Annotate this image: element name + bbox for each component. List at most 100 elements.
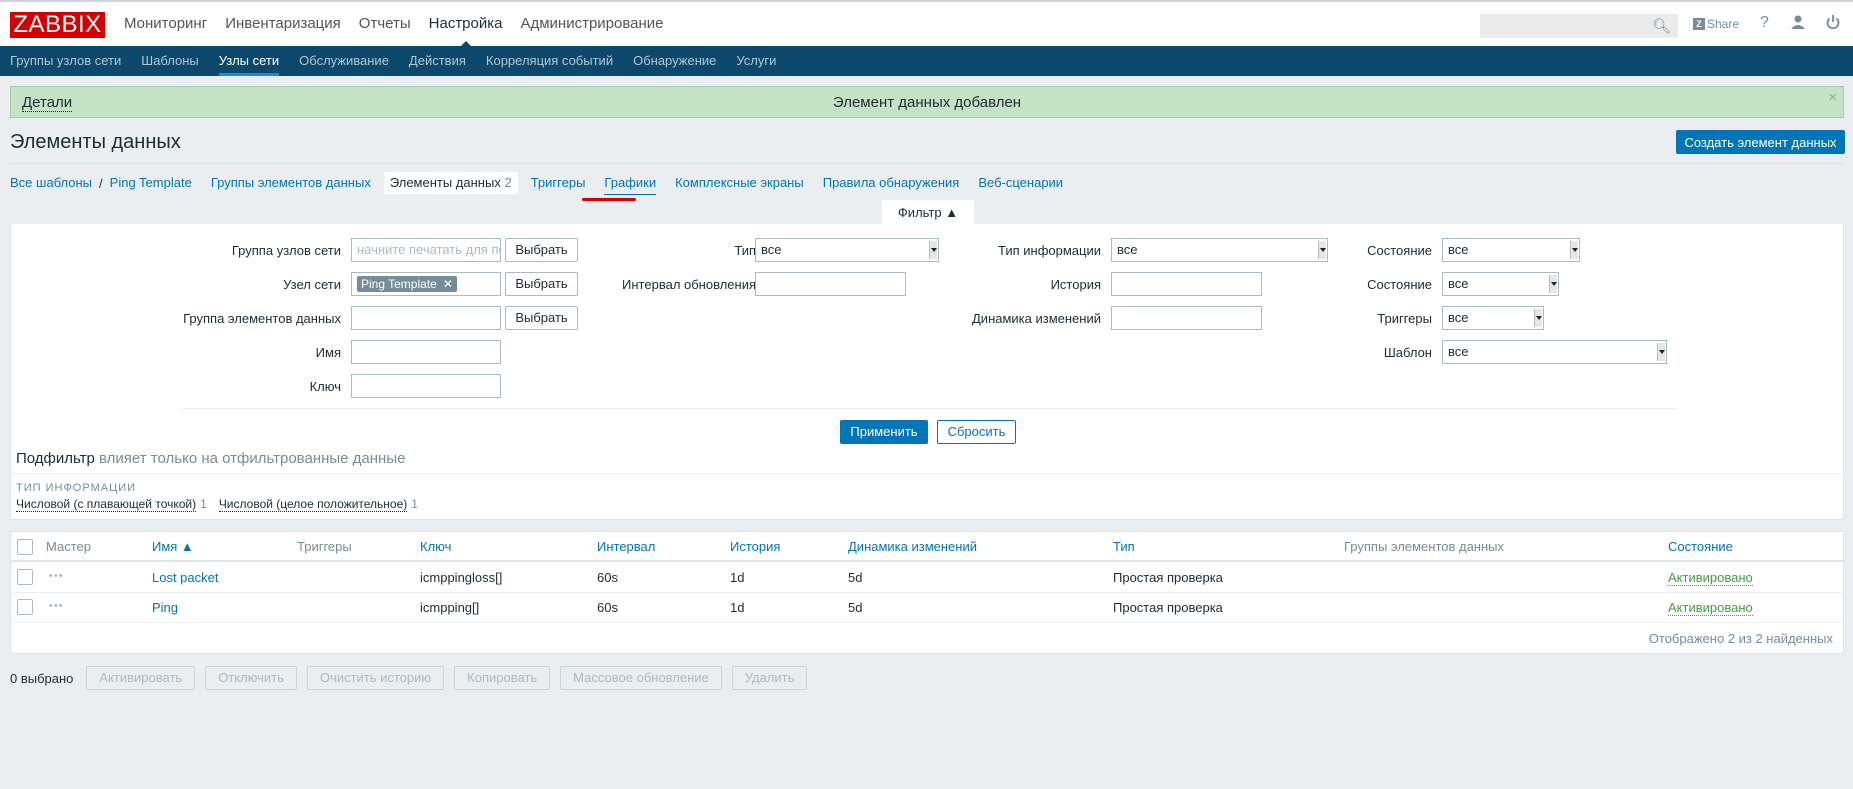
breadcrumb-template[interactable]: Ping Template — [110, 172, 192, 194]
create-item-button[interactable]: Создать элемент данных — [1676, 130, 1845, 154]
breadcrumb-all-templates[interactable]: Все шаблоны — [10, 172, 92, 194]
row-checkbox[interactable] — [17, 599, 33, 615]
sub-menu-event-correlation[interactable]: Корреляция событий — [486, 46, 613, 76]
disable-button[interactable]: Отключить — [205, 666, 297, 690]
host-group-input[interactable]: начните печатать для поиска — [351, 238, 501, 262]
tab-web-scenarios[interactable]: Веб-сценарии — [978, 172, 1063, 194]
host-label: Узел сети — [283, 277, 341, 292]
message-text: Элемент данных добавлен — [832, 94, 1022, 111]
host-group-label: Группа узлов сети — [231, 243, 341, 258]
subfilter-options: Числовой (с плавающей точкой) 1 Числовой … — [16, 497, 430, 512]
name-input[interactable] — [351, 340, 501, 364]
template-select[interactable]: все — [1442, 340, 1667, 364]
copy-button[interactable]: Копировать — [454, 666, 551, 690]
apply-button[interactable]: Применить — [840, 420, 928, 444]
sub-menu-hosts[interactable]: Узлы сети — [218, 46, 280, 76]
tab-screens[interactable]: Комплексные экраны — [675, 172, 804, 194]
state-select[interactable]: все — [1442, 238, 1580, 262]
sub-menu: Группы узлов сети Шаблоны Узлы сети Обсл… — [0, 46, 1853, 76]
col-interval[interactable]: Интервал — [597, 539, 655, 554]
key-input[interactable] — [351, 374, 501, 398]
key-label: Ключ — [309, 379, 341, 394]
col-trends[interactable]: Динамика изменений — [848, 539, 977, 554]
close-icon[interactable]: × — [1828, 89, 1837, 106]
subfilter-option-float[interactable]: Числовой (с плавающей точкой) — [16, 497, 197, 512]
subfilter-option-unsigned[interactable]: Числовой (целое положительное) — [218, 497, 408, 512]
share-link[interactable]: Z Share — [1693, 17, 1739, 31]
item-group-label: Группа элементов данных — [183, 311, 341, 326]
col-history[interactable]: История — [730, 539, 780, 554]
delete-button[interactable]: Удалить — [731, 666, 808, 690]
status-select[interactable]: все — [1442, 272, 1559, 296]
breadcrumb-separator: / — [99, 175, 103, 191]
zabbix-logo[interactable]: ZABBIX — [10, 12, 105, 38]
main-menu-monitoring[interactable]: Мониторинг — [124, 2, 207, 46]
table-header: Мастер Имя ▲ Триггеры Ключ Интервал Исто… — [11, 532, 1843, 562]
sub-menu-templates[interactable]: Шаблоны — [141, 46, 199, 76]
row-checkbox[interactable] — [17, 569, 33, 585]
item-status-link[interactable]: Активировано — [1668, 570, 1753, 586]
status-select-value: все — [1448, 276, 1469, 291]
subfilter-caption: ТИП ИНФОРМАЦИИ — [16, 482, 137, 494]
tab-discovery-rules[interactable]: Правила обнаружения — [823, 172, 960, 194]
col-name[interactable]: Имя ▲ — [152, 539, 194, 554]
search-input[interactable]: 🔍︎ — [1480, 14, 1678, 38]
tab-graphs[interactable]: Графики — [604, 172, 657, 195]
info-type-select[interactable]: все — [1111, 238, 1328, 262]
item-status-link[interactable]: Активировано — [1668, 600, 1753, 616]
item-group-input[interactable] — [351, 306, 501, 330]
filter-toggle-tab[interactable]: Фильтр ▲ — [882, 200, 974, 225]
item-trends: 5d — [848, 570, 863, 585]
tab-triggers[interactable]: Триггеры — [531, 172, 586, 194]
col-status[interactable]: Состояние — [1668, 539, 1733, 554]
search-icon[interactable]: 🔍︎ — [1652, 17, 1671, 35]
sub-menu-maintenance[interactable]: Обслуживание — [299, 46, 389, 76]
main-menu-administration[interactable]: Администрирование — [520, 2, 663, 46]
col-type[interactable]: Тип — [1113, 539, 1135, 554]
history-input[interactable] — [1111, 272, 1262, 296]
host-chip-label: Ping Template — [361, 277, 437, 291]
user-icon[interactable] — [1791, 14, 1805, 35]
table-footer-count: Отображено 2 из 2 найденных — [1648, 631, 1833, 646]
power-icon[interactable] — [1826, 14, 1840, 35]
host-group-select-button[interactable]: Выбрать — [505, 238, 578, 262]
mass-update-button[interactable]: Массовое обновление — [560, 666, 722, 690]
sub-menu-actions[interactable]: Действия — [409, 46, 466, 76]
sub-menu-services[interactable]: Услуги — [736, 46, 776, 76]
tab-item-groups[interactable]: Группы элементов данных — [211, 172, 371, 194]
item-type: Простая проверка — [1113, 600, 1223, 615]
item-group-select-button[interactable]: Выбрать — [505, 306, 578, 330]
main-menu-reports[interactable]: Отчеты — [359, 2, 411, 46]
state-label: Состояние — [1367, 243, 1432, 258]
item-name-link[interactable]: Lost packet — [152, 570, 219, 585]
master-icon: ••• — [49, 570, 64, 582]
template-label: Шаблон — [1383, 345, 1432, 360]
help-icon[interactable]: ? — [1760, 14, 1769, 32]
host-input[interactable]: Ping Template ✕ — [351, 272, 501, 296]
update-interval-input[interactable] — [755, 272, 906, 296]
item-trends: 5d — [848, 600, 863, 615]
item-name-link[interactable]: Ping — [152, 600, 178, 615]
sub-menu-host-groups[interactable]: Группы узлов сети — [10, 46, 121, 76]
reset-button[interactable]: Сбросить — [937, 420, 1016, 444]
filter-panel: Группа узлов сети начните печатать для п… — [10, 224, 1845, 520]
col-key[interactable]: Ключ — [420, 539, 451, 554]
triggers-select-value: все — [1448, 310, 1469, 325]
main-menu-configuration[interactable]: Настройка — [429, 2, 502, 48]
tab-items[interactable]: Элементы данных 2 — [383, 172, 518, 194]
trends-input[interactable] — [1111, 306, 1262, 330]
select-all-checkbox[interactable] — [17, 539, 33, 555]
top-header: ZABBIX Мониторинг Инвентаризация Отчеты … — [0, 0, 1853, 48]
col-triggers: Триггеры — [297, 539, 352, 554]
info-type-label: Тип информации — [997, 243, 1101, 258]
trends-label: Динамика изменений — [972, 311, 1101, 326]
host-select-button[interactable]: Выбрать — [505, 272, 578, 296]
template-select-value: все — [1448, 344, 1469, 359]
clear-history-button[interactable]: Очистить историю — [306, 666, 445, 690]
main-menu-inventory[interactable]: Инвентаризация — [225, 2, 341, 46]
sub-menu-discovery[interactable]: Обнаружение — [633, 46, 716, 76]
host-chip: Ping Template ✕ — [357, 276, 457, 292]
activate-button[interactable]: Активировать — [86, 666, 196, 690]
chip-remove-icon[interactable]: ✕ — [443, 277, 453, 291]
triggers-select[interactable]: все — [1442, 306, 1544, 330]
